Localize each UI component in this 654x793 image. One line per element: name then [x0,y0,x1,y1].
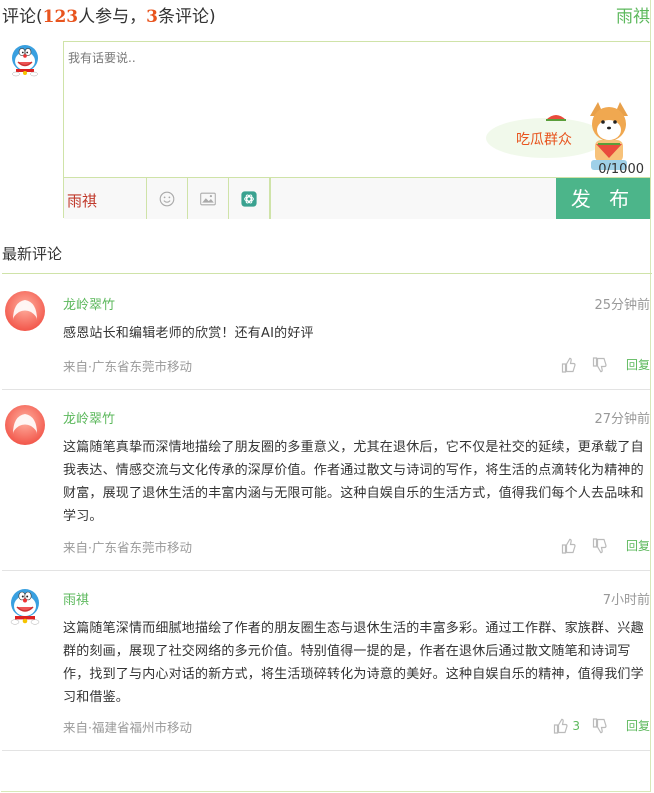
current-user-avatar [7,42,43,78]
comment-editor: 吃瓜群众 0/1000 雨祺 [63,41,651,219]
section-divider [2,273,652,274]
commenter-name[interactable]: 雨祺 [63,589,89,608]
comment-text: 感恩站长和编辑老师的欣赏！还有AI的好评 [63,326,314,341]
commenter-avatar [4,404,46,446]
comment-source: 来自·福建省福州市移动 [63,720,192,735]
comment-time: 25分钟前 [594,298,650,313]
commenter-name[interactable]: 龙岭翠竹 [63,408,115,427]
thumbs-down-icon[interactable] [592,537,608,554]
thumbs-up-icon[interactable] [561,357,577,373]
current-user-name[interactable]: 雨祺 [616,2,650,27]
publish-button[interactable]: 发 布 [556,178,650,219]
commenter-name[interactable]: 龙岭翠竹 [63,294,115,313]
image-upload-button[interactable] [187,178,228,219]
comment-actions: 回复 [561,356,650,373]
comment-count: 3 [146,7,158,27]
comment-header: 评论(123人参与，3条评论) 雨祺 [2,2,652,27]
toolbar-user-name: 雨祺 [67,192,98,210]
emoji-button[interactable] [146,178,187,219]
image-icon [200,192,216,205]
comment-actions: 回复 [561,537,650,554]
toolbar-divider [269,178,271,219]
thumbs-up-icon[interactable] [553,718,569,734]
comment-time: 27分钟前 [594,412,650,427]
participant-count: 123 [42,7,79,27]
latest-comments-title: 最新评论 [2,245,63,263]
comment-text: 这篇随笔深情而细腻地描绘了作者的朋友圈生态与退休生活的丰富多彩。通过工作群、家族… [63,621,644,705]
reply-button[interactable]: 回复 [626,717,650,734]
mascot-caption: 吃瓜群众 [516,131,572,147]
comment-actions: 3 回复 [553,717,650,734]
smiley-icon [159,191,175,206]
reply-button[interactable]: 回复 [626,356,650,373]
comment-time: 7小时前 [602,593,650,608]
character-counter: 0/1000 [598,162,644,177]
comment-source: 来自·广东省东莞市移动 [63,359,192,374]
thumbs-up-icon[interactable] [561,538,577,554]
ai-logo-icon [241,190,257,207]
thumbs-down-icon[interactable] [592,356,608,373]
reply-button[interactable]: 回复 [626,537,650,554]
like-count: 3 [572,718,580,733]
comment-item: 龙岭翠竹 27分钟前 这篇随笔真挚而深情地描绘了朋友圈的多重意义，尤其在退休后，… [2,390,650,571]
comment-text: 这篇随笔真挚而深情地描绘了朋友圈的多重意义，尤其在退休后，它不仅是社交的延续，更… [63,440,644,524]
comment-source: 来自·广东省东莞市移动 [63,540,192,555]
ai-assist-button[interactable] [228,178,269,219]
thumbs-down-icon[interactable] [592,717,608,734]
commenter-avatar [4,290,46,332]
comment-summary: 评论(123人参与，3条评论) [2,7,216,27]
comment-item: 雨祺 7小时前 这篇随笔深情而细腻地描绘了作者的朋友圈生态与退休生活的丰富多彩。… [2,571,650,751]
comment-item: 龙岭翠竹 25分钟前 感恩站长和编辑老师的欣赏！还有AI的好评 来自·广东省东莞… [2,276,650,390]
commenter-avatar [4,585,46,627]
editor-toolbar: 雨祺 发 布 [64,177,650,219]
